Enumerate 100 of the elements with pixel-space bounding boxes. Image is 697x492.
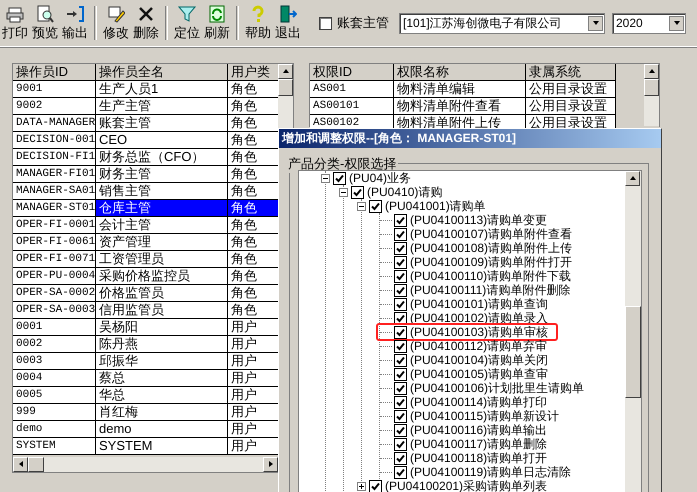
table-cell: SYSTEM [13,438,96,455]
scrollbar[interactable] [13,457,278,472]
table-cell: demo [13,421,96,438]
tree-item[interactable]: (PU04100102)请购单录入 [410,310,548,326]
table-cell: 角色 [228,251,279,268]
table-cell: 角色 [228,183,279,200]
checkbox[interactable] [394,284,407,296]
table-cell: 0003 [13,353,96,370]
table-cell: 角色 [228,234,279,251]
checkbox[interactable] [394,242,407,254]
printer-icon [6,4,24,22]
checkbox[interactable] [394,438,407,450]
table-cell: 公用目录设置 [526,81,616,98]
table-cell: 角色 [228,217,279,234]
toolbar-button[interactable]: 预览 [31,4,59,42]
tree-item[interactable]: (PU04100114)请购单打印 [410,394,548,410]
tree-item[interactable]: (PU0410)请购 [367,184,442,200]
table-cell: 会计主管 [96,217,228,234]
table-cell: 财务主管 [96,166,228,183]
toolbar-button[interactable]: 定位 [173,4,201,42]
checkbox[interactable] [394,270,407,282]
checkbox[interactable] [394,312,407,324]
checkbox[interactable] [394,326,407,338]
table-cell: OPER-FI-0071 [13,251,96,268]
checkbox[interactable] [394,382,407,394]
checkbox[interactable] [333,172,346,184]
collapse-icon[interactable] [321,174,330,182]
checkbox[interactable]: 账套主管 [319,14,389,32]
toolbar-button[interactable]: 打印 [1,4,29,42]
tree-item[interactable]: (PU04100110)请购单附件下载 [410,268,572,284]
collapse-icon[interactable] [357,202,366,210]
expand-icon[interactable] [357,482,366,490]
checkbox[interactable] [351,186,364,198]
dropdown[interactable]: [101]江苏海创微电子有限公司 [399,12,605,34]
checkbox[interactable] [394,368,407,380]
toolbar-button[interactable]: 删除 [132,4,160,42]
table-cell: MANAGER-SA01 [13,183,96,200]
cross-icon [137,4,155,22]
table-cell: DATA-MANAGER [13,115,96,132]
arrow-bracket-icon [66,4,84,22]
checkbox[interactable] [394,466,407,478]
door-arrow-icon [279,4,297,22]
tree-item[interactable]: (PU04100106)计划批里生请购单 [410,380,584,396]
table-cell: 邱振华 [96,353,228,370]
table-cell: 财务总监（CFO） [96,149,228,166]
scrollbar[interactable] [644,64,659,126]
tree-item[interactable]: (PU04100103)请购单审核 [410,324,548,340]
tree-item[interactable]: (PU04100105)请购单查审 [410,366,548,382]
checkbox[interactable] [369,480,382,492]
checkbox[interactable] [394,298,407,310]
tree-item[interactable]: (PU04100107)请购单附件查看 [410,226,572,242]
scrollbar[interactable] [625,171,641,492]
checkbox[interactable] [394,452,407,464]
checkbox[interactable] [394,396,407,408]
tree-item[interactable]: (PU04100201)采购请购单列表 [385,478,548,492]
toolbar-button[interactable]: 修改 [102,4,130,42]
tree-item[interactable]: (PU04100108)请购单附件上传 [410,240,572,256]
tree-item[interactable]: (PU04100111)请购单附件删除 [410,282,570,298]
table-cell: 资产管理 [96,234,228,251]
toolbar-button[interactable]: 退出 [274,4,302,42]
dropdown[interactable]: 2020 [612,12,686,34]
table-cell: 用户 [228,387,279,404]
toolbar-button[interactable]: 帮助 [244,4,272,42]
table-cell: 物料清单附件查看 [394,98,526,115]
tree-item[interactable]: (PU04100117)请购单删除 [410,436,548,452]
checkbox[interactable] [394,214,407,226]
table-cell: 9002 [13,98,96,115]
table-cell: 陈丹燕 [96,336,228,353]
checkbox[interactable] [394,340,407,352]
tree-item[interactable]: (PU04)业务 [349,171,412,186]
tree-item[interactable]: (PU041001)请购单 [385,198,486,214]
table-cell: 用户 [228,421,279,438]
table-cell: OPER-SA-0003 [13,302,96,319]
checkbox[interactable] [394,228,407,240]
table-cell: MANAGER-FI01 [13,166,96,183]
table-cell: 9001 [13,81,96,98]
tree-item[interactable]: (PU04100115)请购单新设计 [410,408,560,424]
checkbox[interactable] [369,200,382,212]
magnifier-page-icon [36,4,54,22]
table-cell: 999 [13,404,96,421]
checkbox[interactable] [394,256,407,268]
tree-item[interactable]: (PU04100109)请购单附件打开 [410,254,572,270]
tree-item[interactable]: (PU04100101)请购单查询 [410,296,548,312]
tree-item[interactable]: (PU04100116)请购单输出 [410,422,548,438]
tree-item[interactable]: (PU04100119)请购单日志清除 [410,464,572,480]
table-cell: 吴杨阳 [96,319,228,336]
checkbox[interactable] [394,354,407,366]
table-cell: 工资管理员 [96,251,228,268]
toolbar-button[interactable]: 输出 [61,4,89,42]
tree-item[interactable]: (PU04100104)请购单关闭 [410,352,548,368]
table-cell: 采购价格监控员 [96,268,228,285]
toolbar-button[interactable]: 刷新 [203,4,231,42]
tree-item[interactable]: (PU04100113)请购单变更 [410,212,548,228]
tree-item[interactable]: (PU04100118)请购单打开 [410,450,548,466]
tree-item[interactable]: (PU04100112)请购单弃审 [410,338,548,354]
table-cell: 角色 [228,166,279,183]
checkbox[interactable] [394,424,407,436]
table-cell: demo [96,421,228,438]
checkbox[interactable] [394,410,407,422]
collapse-icon[interactable] [339,188,348,196]
